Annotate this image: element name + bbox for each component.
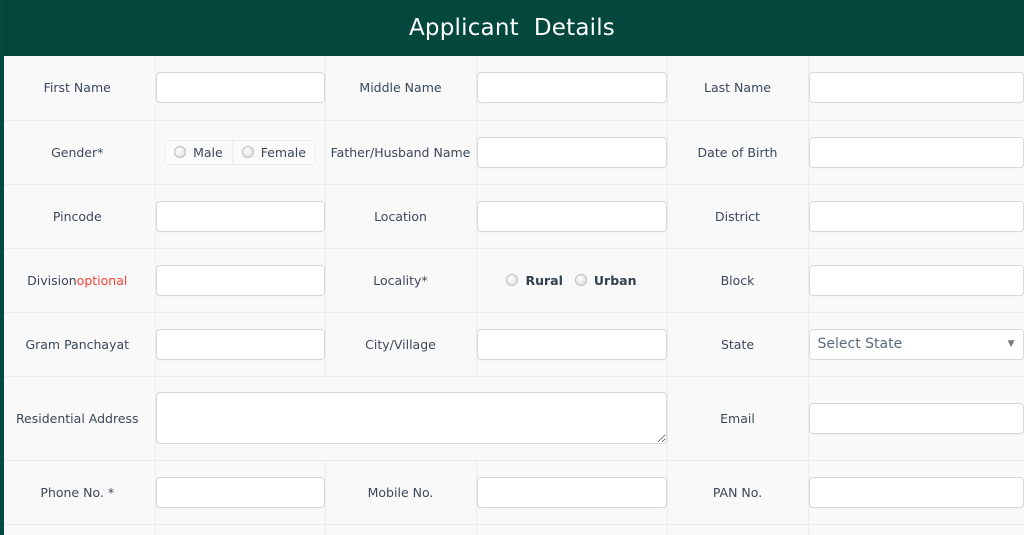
label-middle-name: Middle Name: [325, 56, 477, 121]
last-name-input[interactable]: [808, 72, 1024, 104]
radio-icon[interactable]: [574, 274, 587, 286]
phone-no-input[interactable]: [155, 476, 325, 508]
cell-partial: [155, 524, 326, 535]
left-green-rail: [0, 0, 4, 535]
label-locality: Locality*: [325, 248, 477, 313]
cell-gram-panchayat: [155, 312, 326, 377]
district-input[interactable]: [808, 200, 1024, 232]
radio-icon[interactable]: [241, 146, 254, 158]
cell-email: [808, 376, 1024, 461]
pan-no-input[interactable]: [808, 476, 1024, 508]
state-select[interactable]: Select State ▼: [808, 328, 1024, 360]
applicant-details-page: Applicant Details First Name Middle Name…: [0, 0, 1024, 535]
table-row: Gender* Male Female Father/Husband Name: [0, 120, 1024, 185]
cell-mobile-no: [476, 460, 668, 525]
pincode-input[interactable]: [155, 200, 325, 232]
cell-father-husband-name: [476, 120, 668, 185]
label-division-optional: optional: [76, 272, 128, 288]
label-gender: Gender*: [0, 120, 156, 185]
label-phone-no: Phone No. *: [0, 460, 156, 525]
label-first-name: First Name: [0, 56, 156, 121]
label-district: District: [667, 184, 809, 249]
cell-state: Select State ▼: [808, 312, 1024, 377]
label-date-of-birth: Date of Birth: [667, 120, 809, 185]
cell-residential-address: [155, 376, 668, 461]
cell-pincode: [155, 184, 326, 249]
label-residential-address: Residential Address: [0, 376, 156, 461]
label-city-village: City/Village: [325, 312, 477, 377]
cell-partial: [325, 524, 477, 535]
cell-partial: [667, 524, 809, 535]
applicant-details-form: First Name Middle Name Last Name Gender*: [0, 56, 1024, 535]
table-row: Divisionoptional Locality* Rural Urban B…: [0, 248, 1024, 313]
radio-icon[interactable]: [506, 274, 519, 286]
block-input[interactable]: [808, 264, 1024, 296]
label-division: Divisionoptional: [0, 248, 156, 313]
label-email: Email: [667, 376, 809, 461]
mobile-no-input[interactable]: [476, 476, 667, 508]
gender-radio-group[interactable]: Male Female: [164, 139, 316, 165]
label-mobile-no: Mobile No.: [325, 460, 477, 525]
label-last-name: Last Name: [667, 56, 809, 121]
label-pan-no: PAN No.: [667, 460, 809, 525]
label-block: Block: [667, 248, 809, 313]
city-village-input[interactable]: [476, 328, 667, 360]
date-of-birth-input[interactable]: [808, 136, 1024, 168]
locality-radio-group[interactable]: Rural Urban: [500, 269, 642, 292]
label-division-text: Division: [27, 272, 77, 288]
email-field[interactable]: [808, 402, 1024, 434]
cell-middle-name: [476, 56, 668, 121]
cell-phone-no: [155, 460, 326, 525]
label-state: State: [667, 312, 809, 377]
gender-option-male[interactable]: Male: [165, 140, 233, 164]
gender-option-male-label: Male: [193, 144, 223, 160]
cell-date-of-birth: [808, 120, 1024, 185]
location-input[interactable]: [476, 200, 667, 232]
table-row: Phone No. * Mobile No. PAN No.: [0, 460, 1024, 525]
cell-partial: [476, 524, 668, 535]
table-row: Pincode Location District: [0, 184, 1024, 249]
first-name-input[interactable]: [155, 72, 325, 104]
cell-gender: Male Female: [155, 120, 326, 185]
locality-option-urban-label: Urban: [593, 272, 637, 288]
cell-division: [155, 248, 326, 313]
table-row: First Name Middle Name Last Name: [0, 56, 1024, 121]
residential-address-textarea[interactable]: [155, 392, 667, 444]
label-gram-panchayat: Gram Panchayat: [0, 312, 156, 377]
cell-block: [808, 248, 1024, 313]
gender-option-female-label: Female: [260, 144, 306, 160]
cell-locality: Rural Urban: [476, 248, 668, 313]
table-row-partial: [0, 524, 1024, 535]
locality-option-urban[interactable]: Urban: [569, 269, 643, 292]
cell-pan-no: [808, 460, 1024, 525]
label-father-husband-name: Father/Husband Name: [325, 120, 477, 185]
table-row: Residential Address Email: [0, 376, 1024, 461]
label-location: Location: [325, 184, 477, 249]
state-select-value: Select State: [817, 336, 903, 352]
radio-icon[interactable]: [174, 146, 187, 158]
father-husband-name-input[interactable]: [476, 136, 667, 168]
gram-panchayat-input[interactable]: [155, 328, 325, 360]
gender-option-female[interactable]: Female: [233, 141, 315, 164]
page-title: Applicant Details: [0, 0, 1024, 56]
division-input[interactable]: [155, 264, 325, 296]
cell-partial: [0, 524, 156, 535]
label-pincode: Pincode: [0, 184, 156, 249]
cell-location: [476, 184, 668, 249]
cell-district: [808, 184, 1024, 249]
locality-option-rural[interactable]: Rural: [500, 269, 568, 292]
middle-name-input[interactable]: [476, 72, 667, 104]
cell-city-village: [476, 312, 668, 377]
cell-last-name: [808, 56, 1024, 121]
table-row: Gram Panchayat City/Village State Select…: [0, 312, 1024, 377]
chevron-down-icon: ▼: [1007, 339, 1015, 349]
cell-partial: [808, 524, 1024, 535]
cell-first-name: [155, 56, 326, 121]
locality-option-rural-label: Rural: [525, 272, 563, 288]
